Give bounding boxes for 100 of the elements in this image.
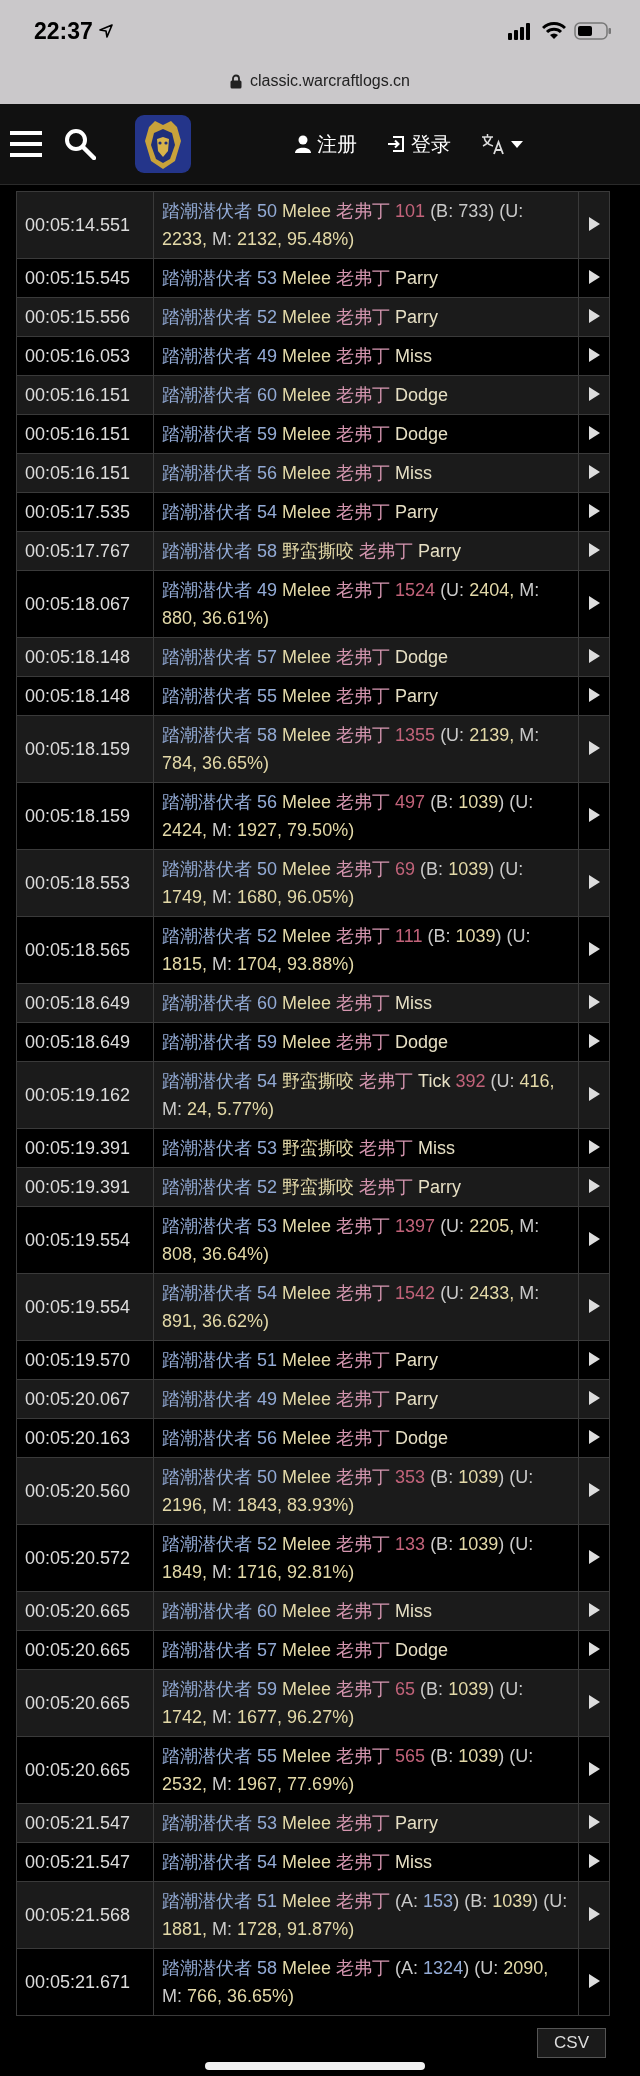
- play-triangle-icon[interactable]: [588, 1390, 600, 1405]
- play-triangle-icon[interactable]: [588, 308, 600, 323]
- event-text: 踏潮潜伏者 55 Melee 老弗丁 565 (B: 1039) (U: 2532, M: 1967, 77.69%): [153, 1736, 579, 1804]
- time-cell: 00:05:16.151: [16, 375, 154, 415]
- play-triangle-icon[interactable]: [588, 216, 600, 231]
- event-text: 踏潮潜伏者 51 Melee 老弗丁 (A: 153) (B: 1039) (U: 1881, M: 1728, 91.87%): [153, 1881, 579, 1949]
- event-text: 踏潮潜伏者 59 Melee 老弗丁 Dodge: [153, 1022, 579, 1062]
- event-text: 踏潮潜伏者 60 Melee 老弗丁 Dodge: [153, 375, 579, 415]
- play-triangle-icon[interactable]: [588, 807, 600, 822]
- menu-icon[interactable]: [10, 130, 42, 158]
- play-triangle-icon[interactable]: [588, 874, 600, 889]
- time-cell: 00:05:18.148: [16, 676, 154, 716]
- time-cell: 00:05:18.159: [16, 782, 154, 850]
- play-triangle-icon[interactable]: [588, 464, 600, 479]
- caret-icon[interactable]: [511, 140, 523, 148]
- time-cell: 00:05:21.568: [16, 1881, 154, 1949]
- play-triangle-icon[interactable]: [588, 386, 600, 401]
- time-cell: 00:05:19.162: [16, 1061, 154, 1129]
- time-cell: 00:05:15.556: [16, 297, 154, 337]
- event-text: 踏潮潜伏者 50 Melee 老弗丁 353 (B: 1039) (U: 2196, M: 1843, 83.93%): [153, 1457, 579, 1525]
- time-cell: 00:05:21.671: [16, 1948, 154, 2016]
- time-cell: 00:05:16.151: [16, 453, 154, 493]
- play-triangle-icon[interactable]: [588, 1906, 600, 1921]
- wifi-icon: [542, 22, 566, 40]
- time-cell: 00:05:17.535: [16, 492, 154, 532]
- time-cell: 00:05:19.554: [16, 1273, 154, 1341]
- play-triangle-icon[interactable]: [588, 1231, 600, 1246]
- play-triangle-icon[interactable]: [588, 1549, 600, 1564]
- event-text: 踏潮潜伏者 60 Melee 老弗丁 Miss: [153, 983, 579, 1023]
- play-triangle-icon[interactable]: [588, 503, 600, 518]
- event-text: 踏潮潜伏者 53 Melee 老弗丁 Parry: [153, 258, 579, 298]
- play-triangle-icon[interactable]: [588, 1853, 600, 1868]
- event-text: 踏潮潜伏者 54 Melee 老弗丁 Miss: [153, 1842, 579, 1882]
- event-text: 踏潮潜伏者 52 Melee 老弗丁 Parry: [153, 297, 579, 337]
- time-cell: 00:05:21.547: [16, 1803, 154, 1843]
- play-triangle-icon[interactable]: [588, 1139, 600, 1154]
- play-triangle-icon[interactable]: [588, 740, 600, 755]
- time-cell: 00:05:19.570: [16, 1340, 154, 1380]
- event-text: 踏潮潜伏者 57 Melee 老弗丁 Dodge: [153, 637, 579, 677]
- time-cell: 00:05:18.159: [16, 715, 154, 783]
- time-cell: 00:05:20.665: [16, 1669, 154, 1737]
- play-triangle-icon[interactable]: [588, 1482, 600, 1497]
- event-text: 踏潮潜伏者 53 Melee 老弗丁 1397 (U: 2205, M: 808, 36.64%): [153, 1206, 579, 1274]
- time-cell: 00:05:19.391: [16, 1128, 154, 1168]
- time-cell: 00:05:18.067: [16, 570, 154, 638]
- play-triangle-icon[interactable]: [588, 1641, 600, 1656]
- play-triangle-icon[interactable]: [588, 1694, 600, 1709]
- csv-export-button[interactable]: CSV: [537, 2028, 606, 2058]
- event-text: 踏潮潜伏者 49 Melee 老弗丁 1524 (U: 2404, M: 880, 36.61%): [153, 570, 579, 638]
- play-triangle-icon[interactable]: [588, 1033, 600, 1048]
- event-text: 踏潮潜伏者 54 Melee 老弗丁 Parry: [153, 492, 579, 532]
- time-cell: 00:05:17.767: [16, 531, 154, 571]
- play-triangle-icon[interactable]: [588, 1178, 600, 1193]
- event-text: 踏潮潜伏者 59 Melee 老弗丁 65 (B: 1039) (U: 1742, M: 1677, 96.27%): [153, 1669, 579, 1737]
- event-text: 踏潮潜伏者 52 Melee 老弗丁 133 (B: 1039) (U: 1849, M: 1716, 92.81%): [153, 1524, 579, 1592]
- play-triangle-icon[interactable]: [588, 1429, 600, 1444]
- event-text: 踏潮潜伏者 58 野蛮撕咬 老弗丁 Parry: [153, 531, 579, 571]
- play-triangle-icon[interactable]: [588, 1602, 600, 1617]
- time-cell: 00:05:18.649: [16, 983, 154, 1023]
- play-triangle-icon[interactable]: [588, 542, 600, 557]
- search-icon[interactable]: [64, 128, 96, 160]
- time-cell: 00:05:16.053: [16, 336, 154, 376]
- time-cell: 00:05:20.665: [16, 1736, 154, 1804]
- url-text[interactable]: classic.warcraftlogs.cn: [249, 72, 410, 90]
- event-text: 踏潮潜伏者 52 Melee 老弗丁 111 (B: 1039) (U: 1815, M: 1704, 93.88%): [153, 916, 579, 984]
- play-triangle-icon[interactable]: [588, 595, 600, 610]
- time-cell: 00:05:20.665: [16, 1630, 154, 1670]
- play-triangle-icon[interactable]: [588, 1973, 600, 1988]
- register-link[interactable]: 注册: [295, 130, 357, 158]
- event-text: 踏潮潜伏者 49 Melee 老弗丁 Parry: [153, 1379, 579, 1419]
- translate-icon[interactable]: [481, 133, 505, 155]
- time-cell: 00:05:18.148: [16, 637, 154, 677]
- event-text: 踏潮潜伏者 52 野蛮撕咬 老弗丁 Parry: [153, 1167, 579, 1207]
- play-triangle-icon[interactable]: [588, 1086, 600, 1101]
- play-triangle-icon[interactable]: [588, 994, 600, 1009]
- play-triangle-icon[interactable]: [588, 648, 600, 663]
- play-triangle-icon[interactable]: [588, 347, 600, 362]
- event-text: 踏潮潜伏者 51 Melee 老弗丁 Parry: [153, 1340, 579, 1380]
- event-text: 踏潮潜伏者 50 Melee 老弗丁 101 (B: 733) (U: 2233, M: 2132, 95.48%): [153, 191, 579, 259]
- time-cell: 00:05:18.553: [16, 849, 154, 917]
- play-triangle-icon[interactable]: [588, 1814, 600, 1829]
- play-triangle-icon[interactable]: [588, 941, 600, 956]
- play-triangle-icon[interactable]: [588, 1298, 600, 1313]
- time-cell: 00:05:20.163: [16, 1418, 154, 1458]
- event-text: 踏潮潜伏者 53 Melee 老弗丁 Parry: [153, 1803, 579, 1843]
- play-triangle-icon[interactable]: [588, 269, 600, 284]
- battery-icon: [574, 22, 612, 40]
- time-cell: 00:05:20.560: [16, 1457, 154, 1525]
- play-triangle-icon[interactable]: [588, 1351, 600, 1366]
- sign-in-icon: [387, 135, 405, 153]
- event-text: 踏潮潜伏者 56 Melee 老弗丁 Miss: [153, 453, 579, 493]
- event-text: 踏潮潜伏者 60 Melee 老弗丁 Miss: [153, 1591, 579, 1631]
- time-cell: 00:05:19.554: [16, 1206, 154, 1274]
- lion-crest-logo-icon[interactable]: [135, 115, 191, 173]
- login-link[interactable]: 登录: [387, 130, 451, 158]
- play-triangle-icon[interactable]: [588, 425, 600, 440]
- event-text: 踏潮潜伏者 56 Melee 老弗丁 497 (B: 1039) (U: 2424, M: 1927, 79.50%): [153, 782, 579, 850]
- play-triangle-icon[interactable]: [588, 687, 600, 702]
- time-cell: 00:05:18.565: [16, 916, 154, 984]
- play-triangle-icon[interactable]: [588, 1761, 600, 1776]
